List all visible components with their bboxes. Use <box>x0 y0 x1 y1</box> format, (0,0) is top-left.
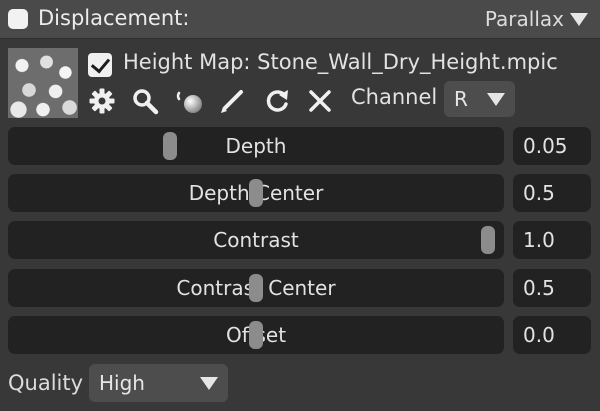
offset-slider[interactable]: Offset <box>8 316 504 354</box>
contrast-center-value-field[interactable]: 0.5 <box>513 269 591 307</box>
depth-center-value-field[interactable]: 0.5 <box>513 174 591 212</box>
depth-slider[interactable]: Depth <box>8 127 504 165</box>
displacement-mode-dropdown[interactable]: Parallax <box>485 7 588 31</box>
panel-title: Displacement: <box>38 6 190 30</box>
depth-value-field[interactable]: 0.05 <box>513 127 591 165</box>
search-icon[interactable] <box>130 86 160 116</box>
height-map-checkbox[interactable] <box>88 53 112 77</box>
displacement-panel: Displacement: Parallax Height Map: Stone… <box>0 0 600 411</box>
quality-label: Quality <box>8 371 84 395</box>
refresh-icon[interactable] <box>262 86 292 116</box>
depth-center-slider[interactable]: Depth Center <box>8 174 504 212</box>
collapse-toggle[interactable] <box>8 9 28 29</box>
chevron-down-icon <box>200 376 218 390</box>
paint-brush-icon[interactable] <box>217 86 247 116</box>
close-icon[interactable] <box>305 86 335 116</box>
offset-value-field[interactable]: 0.0 <box>513 316 591 354</box>
contrast-slider[interactable]: Contrast <box>8 221 504 259</box>
contrast-value-field[interactable]: 1.0 <box>513 221 591 259</box>
chevron-down-icon <box>487 92 505 106</box>
chevron-down-icon <box>570 12 588 26</box>
slider-handle[interactable] <box>480 226 495 254</box>
height-map-label: Height Map: Stone_Wall_Dry_Height.mpic <box>123 50 558 74</box>
channel-value: R <box>454 87 468 111</box>
height-map-thumbnail[interactable] <box>8 48 78 118</box>
pick-material-icon[interactable] <box>175 86 205 116</box>
quality-dropdown[interactable]: High <box>89 364 228 402</box>
slider-label: Depth <box>225 134 287 158</box>
slider-handle[interactable] <box>249 179 263 207</box>
gear-icon[interactable] <box>87 86 117 116</box>
slider-handle[interactable] <box>249 274 263 302</box>
channel-label: Channel <box>351 85 438 109</box>
channel-dropdown[interactable]: R <box>444 81 515 117</box>
slider-handle[interactable] <box>249 321 263 349</box>
slider-label: Contrast <box>213 228 299 252</box>
slider-handle[interactable] <box>162 132 177 160</box>
displacement-mode-value: Parallax <box>484 7 564 31</box>
quality-value: High <box>99 371 145 395</box>
panel-header[interactable]: Displacement: Parallax <box>0 0 600 39</box>
contrast-center-slider[interactable]: Contrast Center <box>8 269 504 307</box>
